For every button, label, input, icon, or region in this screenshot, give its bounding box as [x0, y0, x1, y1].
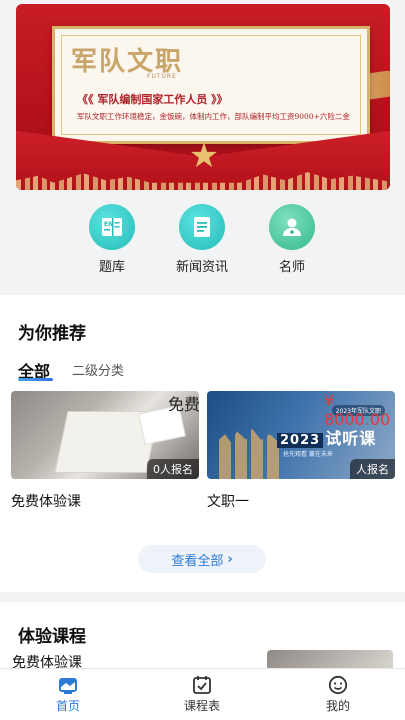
course-price: ¥ 8000.00 — [324, 391, 391, 429]
news-icon — [179, 204, 225, 250]
thumbnail-year: 2023 — [277, 433, 324, 448]
calendar-icon — [193, 676, 211, 694]
soldiers-illustration — [219, 428, 279, 479]
banner-description: 军队文职工作环境稳定，金饭碗，体制内工作，部队编制平均工资9000+六险二金 — [77, 112, 350, 121]
tab-label: 我的 — [325, 699, 350, 713]
tab-schedule[interactable]: 课程表 — [162, 675, 242, 714]
course-title: 文职一 — [207, 494, 249, 510]
promo-banner[interactable]: 军队文职 FUTURE 《《 军队编制国家工作人员 》》 军队文职工作环境稳定，… — [16, 4, 390, 190]
view-all-button[interactable]: 查看全部 › — [138, 545, 266, 573]
course-title: 免费体验课 — [11, 494, 81, 510]
recommend-section: 为你推荐 全部 二级分类 0人报名 免费体验课 免费 2023年军队文职 202… — [0, 295, 405, 592]
banner-subtitle: 《《 军队编制国家工作人员 》》 — [77, 93, 228, 106]
view-all-label: 查看全部 — [171, 553, 224, 569]
book-icon: EN — [89, 204, 135, 250]
quick-link-question-bank[interactable]: EN 题库 — [72, 204, 152, 275]
section-title: 体验课程 — [18, 627, 86, 647]
section-title: 为你推荐 — [18, 324, 86, 344]
quick-link-label: 新闻资讯 — [175, 260, 228, 275]
tab-home[interactable]: 首页 — [28, 675, 108, 714]
quick-link-label: 题库 — [98, 260, 125, 275]
star-icon: ★ — [188, 136, 220, 176]
active-tab-indicator — [18, 378, 53, 381]
quick-link-label: 名师 — [278, 260, 305, 275]
home-icon — [59, 678, 77, 694]
quick-link-teachers[interactable]: 名师 — [252, 204, 332, 275]
tab-profile[interactable]: 我的 — [298, 675, 378, 714]
thumbnail-headline-text: 试听课 — [325, 429, 377, 448]
tab-secondary-category[interactable]: 二级分类 — [72, 360, 124, 379]
bottom-tab-bar: 首页 课程表 我的 — [0, 668, 405, 720]
chevron-right-icon: › — [227, 551, 233, 567]
profile-icon — [328, 675, 348, 695]
thumbnail-slogan: 抢先观看 赢在未来 — [283, 451, 333, 458]
quick-link-news[interactable]: 新闻资讯 — [162, 204, 242, 275]
svg-text:EN: EN — [104, 221, 113, 228]
teacher-icon — [269, 204, 315, 250]
course-price: 免费 — [168, 395, 201, 414]
banner-title-en: FUTURE — [147, 73, 177, 80]
certificate-card: 军队文职 FUTURE 《《 军队编制国家工作人员 》》 军队文职工作环境稳定，… — [52, 26, 370, 144]
tab-label: 课程表 — [183, 699, 220, 713]
enroll-count: 人报名 — [350, 459, 395, 479]
tab-label: 首页 — [55, 699, 80, 713]
enroll-count: 0人报名 — [147, 459, 199, 479]
